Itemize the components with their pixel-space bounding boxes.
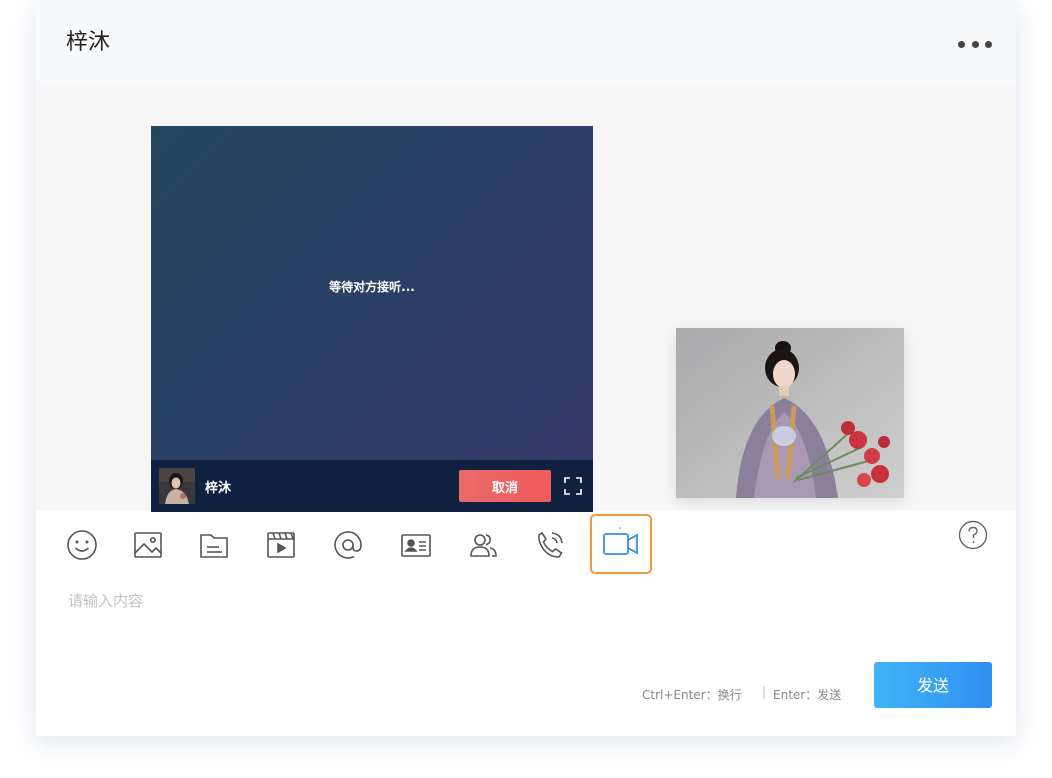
hint-separator: | [762,685,767,699]
fullscreen-icon[interactable] [563,476,583,496]
chat-header: 梓沐 [36,0,1016,86]
file-icon[interactable] [197,528,231,562]
emoji-icon[interactable] [65,528,99,562]
contact-card-icon[interactable] [399,528,433,562]
more-dot-icon [958,40,965,48]
send-button[interactable]: 发送 [874,662,992,708]
cancel-call-button[interactable]: 取消 [459,470,551,502]
more-dot-icon [971,40,979,48]
chat-title: 梓沐 [66,30,111,55]
caller-avatar [159,468,195,504]
image-icon[interactable] [131,528,165,562]
chat-window: 梓沐 等待对方接听... 梓沐 取消 请输入内容 Ctrl+Enter：换行 |… [36,0,1016,736]
caller-name: 梓沐 [205,481,232,496]
message-toolbar [36,514,1016,574]
voice-call-icon[interactable] [533,528,567,562]
call-status-text: 等待对方接听... [329,280,415,294]
video-file-icon[interactable] [264,528,298,562]
chat-area: 等待对方接听... 梓沐 取消 [36,86,1016,512]
remote-video-window: 等待对方接听... 梓沐 取消 [151,126,593,512]
local-video-preview [676,328,904,498]
message-input[interactable] [66,588,970,652]
newline-hint: Ctrl+Enter：换行 [642,688,742,702]
more-dot-icon [985,40,992,48]
send-hint: Enter：发送 [773,688,842,702]
help-icon[interactable] [958,520,988,550]
group-icon[interactable] [466,528,500,562]
more-options-button[interactable] [958,34,992,54]
call-control-bar: 梓沐 取消 [151,460,593,512]
mention-icon[interactable] [331,528,365,562]
video-call-button[interactable] [590,514,652,574]
